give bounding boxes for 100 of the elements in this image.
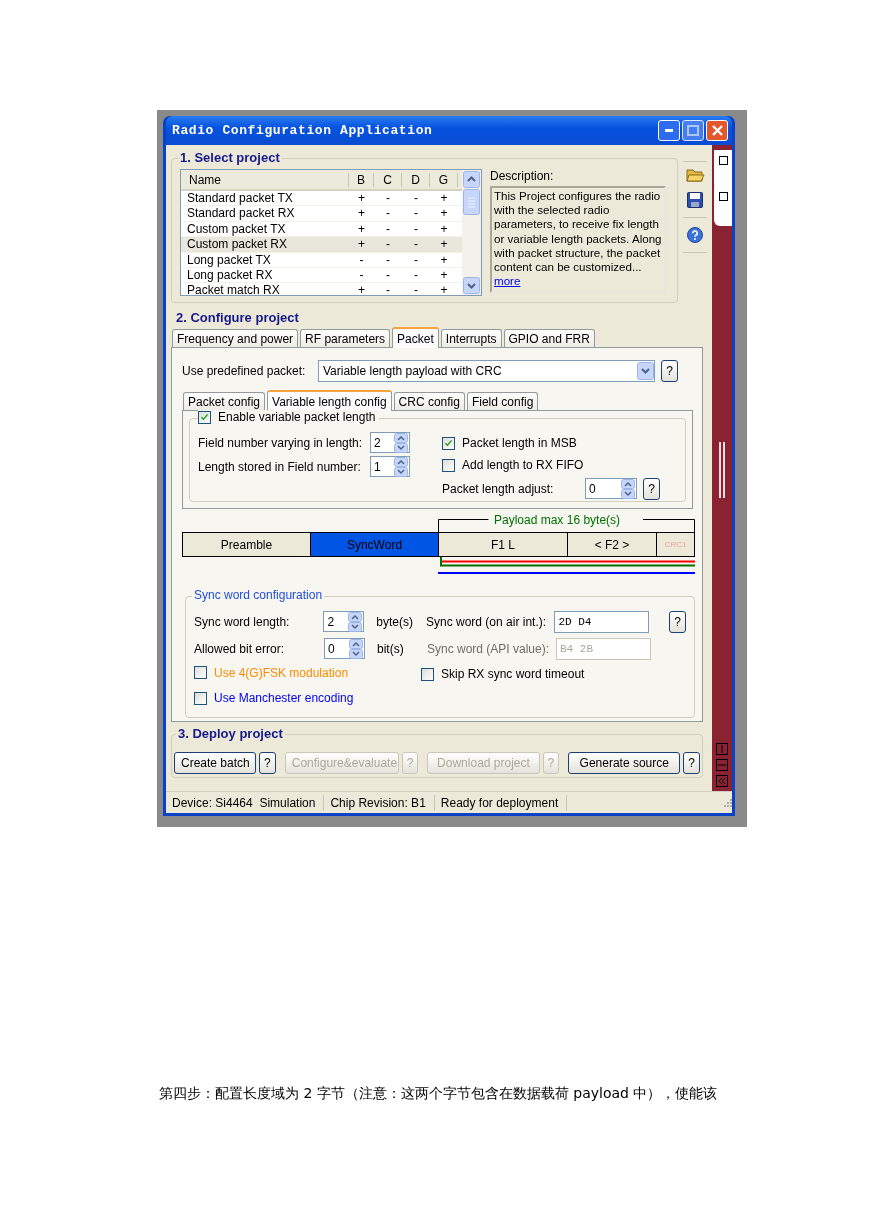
tab[interactable]: Packet config xyxy=(183,392,266,410)
status-text: Ready for deployment xyxy=(434,794,568,811)
column-header[interactable]: D xyxy=(402,172,430,187)
column-header[interactable]: B xyxy=(349,172,374,187)
table-cell-text: - xyxy=(413,252,419,268)
table-cell-text: Packet match RX xyxy=(186,283,281,295)
table-row[interactable]: Long packet RX - - - + xyxy=(181,267,462,284)
checkbox[interactable] xyxy=(194,691,207,705)
table-cell-text: Long packet RX xyxy=(186,267,274,283)
field-label: Field number varying in length: xyxy=(198,435,364,450)
tab[interactable]: Field config xyxy=(466,392,539,410)
predefined-packet-dropdown[interactable]: Variable length payload with CRC xyxy=(318,360,655,382)
table-cell-text: + xyxy=(439,221,449,237)
table-cell-text: + xyxy=(439,206,449,222)
help-button[interactable]: ? xyxy=(259,752,276,774)
splitter-handle[interactable] xyxy=(719,442,725,498)
checkbox[interactable] xyxy=(442,458,455,472)
checkbox[interactable] xyxy=(442,436,455,450)
column-header[interactable]: Name xyxy=(181,172,349,187)
column-header[interactable]: C xyxy=(374,172,402,187)
checkbox[interactable] xyxy=(194,666,207,680)
spin-field[interactable]: 1 xyxy=(370,456,410,477)
deploy-button[interactable]: Generate source xyxy=(568,752,681,774)
section-heading: 1. Select project xyxy=(178,150,282,165)
check-icon xyxy=(200,412,209,422)
checkbox[interactable] xyxy=(198,410,211,424)
tab[interactable]: Interrupts xyxy=(440,329,502,347)
tab[interactable]: RF parameters xyxy=(300,329,391,347)
description-text: This Project configures the radio with the selected radio parameters, to receive fix length or variable length packets. Along with packet structure, the packet content can be customized... more xyxy=(490,186,666,293)
table-row[interactable]: Long packet TX - - - + xyxy=(181,252,462,268)
spin-arrows-icon[interactable] xyxy=(394,456,408,477)
table-cell-text: - xyxy=(413,221,419,237)
more-link[interactable]: more xyxy=(494,274,521,288)
checkbox-label: Enable variable packet length xyxy=(218,410,376,424)
tab[interactable]: Packet xyxy=(392,327,439,348)
scrollbar[interactable] xyxy=(462,170,481,295)
maximize-button[interactable] xyxy=(682,120,704,141)
tab[interactable]: Variable length config xyxy=(267,390,392,411)
table-cell-text: - xyxy=(385,252,391,268)
help-button[interactable]: ? xyxy=(643,477,660,500)
help-button[interactable]: ? xyxy=(661,360,678,382)
help-button[interactable]: ? xyxy=(683,752,701,774)
table-cell-text: - xyxy=(385,283,391,295)
spin-field[interactable]: 2 xyxy=(370,432,410,453)
scroll-thumb[interactable] xyxy=(463,188,480,215)
table-cell-text: Long packet TX xyxy=(186,252,272,268)
tab[interactable]: GPIO and FRR xyxy=(503,329,595,347)
packet-segment: Preamble xyxy=(183,533,311,556)
help-icon[interactable] xyxy=(687,227,703,243)
minimize-button[interactable] xyxy=(658,120,680,141)
group-heading: Sync word configuration xyxy=(192,588,325,602)
description-label: Description: xyxy=(490,169,555,183)
unit-label: byte(s) xyxy=(376,614,414,629)
sync-word-field[interactable]: 2D D4 xyxy=(554,610,649,633)
caption-text: 第四步：配置长度域为 2 字节（注意：这两个字节包含在数据载荷 payload 中），使能该 xyxy=(159,1085,719,1103)
table-cell-text: - xyxy=(385,267,391,283)
window-title: Radio Configuration Application xyxy=(172,123,434,138)
save-icon[interactable] xyxy=(687,192,703,208)
tab[interactable]: CRC config xyxy=(393,392,465,410)
table-cell-text: - xyxy=(413,206,419,222)
table-cell-text: - xyxy=(358,252,365,268)
table-cell-text: + xyxy=(357,206,366,222)
table-cell-text: Standard packet TX xyxy=(186,191,294,206)
tab[interactable]: Frequency and power xyxy=(172,329,299,347)
minimize-icon[interactable] xyxy=(716,759,728,771)
spin-arrows-icon[interactable] xyxy=(348,611,363,632)
spin-arrows-icon[interactable] xyxy=(621,478,635,499)
close-button[interactable] xyxy=(706,120,728,141)
maximize-icon xyxy=(687,125,699,136)
minimize-icon xyxy=(665,129,673,132)
checkbox-label: Packet length in MSB xyxy=(462,436,577,450)
table-row[interactable]: Standard packet TX + - - + xyxy=(181,191,462,207)
check-icon xyxy=(444,438,453,448)
field-label: Sync word (on air int.): xyxy=(426,614,548,629)
collapse-icon[interactable] xyxy=(716,775,728,787)
packet-segment: F1 L xyxy=(439,533,568,556)
packet-segment: CRC1 xyxy=(657,533,694,556)
panel-tab[interactable] xyxy=(714,186,732,226)
folder-icon[interactable] xyxy=(685,167,705,183)
table-cell-text: + xyxy=(439,283,449,295)
table-row[interactable]: Custom packet RX + - - + xyxy=(181,237,462,253)
deploy-button[interactable]: Create batch xyxy=(174,752,256,774)
unit-label: bit(s) xyxy=(377,641,405,656)
checkbox[interactable] xyxy=(421,667,434,681)
table-cell-text: Standard packet RX xyxy=(186,206,296,222)
packet-segment: < F2 > xyxy=(568,533,657,556)
spin-field[interactable]: 0 xyxy=(324,638,365,659)
table-cell-text: + xyxy=(357,191,366,206)
spin-field[interactable]: 2 xyxy=(323,611,365,632)
spin-arrows-icon[interactable] xyxy=(349,638,363,659)
field-label: Length stored in Field number: xyxy=(198,459,362,474)
help-button[interactable]: ? xyxy=(669,610,686,633)
column-header[interactable]: G xyxy=(430,172,458,187)
table-cell-text: + xyxy=(439,237,449,253)
spin-field[interactable]: 0 xyxy=(585,478,637,499)
table-cell-text: Custom packet RX xyxy=(186,237,289,253)
table-cell-text: - xyxy=(385,221,391,237)
checkbox-label: Add length to RX FIFO xyxy=(462,458,584,472)
spin-arrows-icon[interactable] xyxy=(394,432,408,453)
table-row[interactable]: Standard packet RX + - - + xyxy=(181,206,462,222)
